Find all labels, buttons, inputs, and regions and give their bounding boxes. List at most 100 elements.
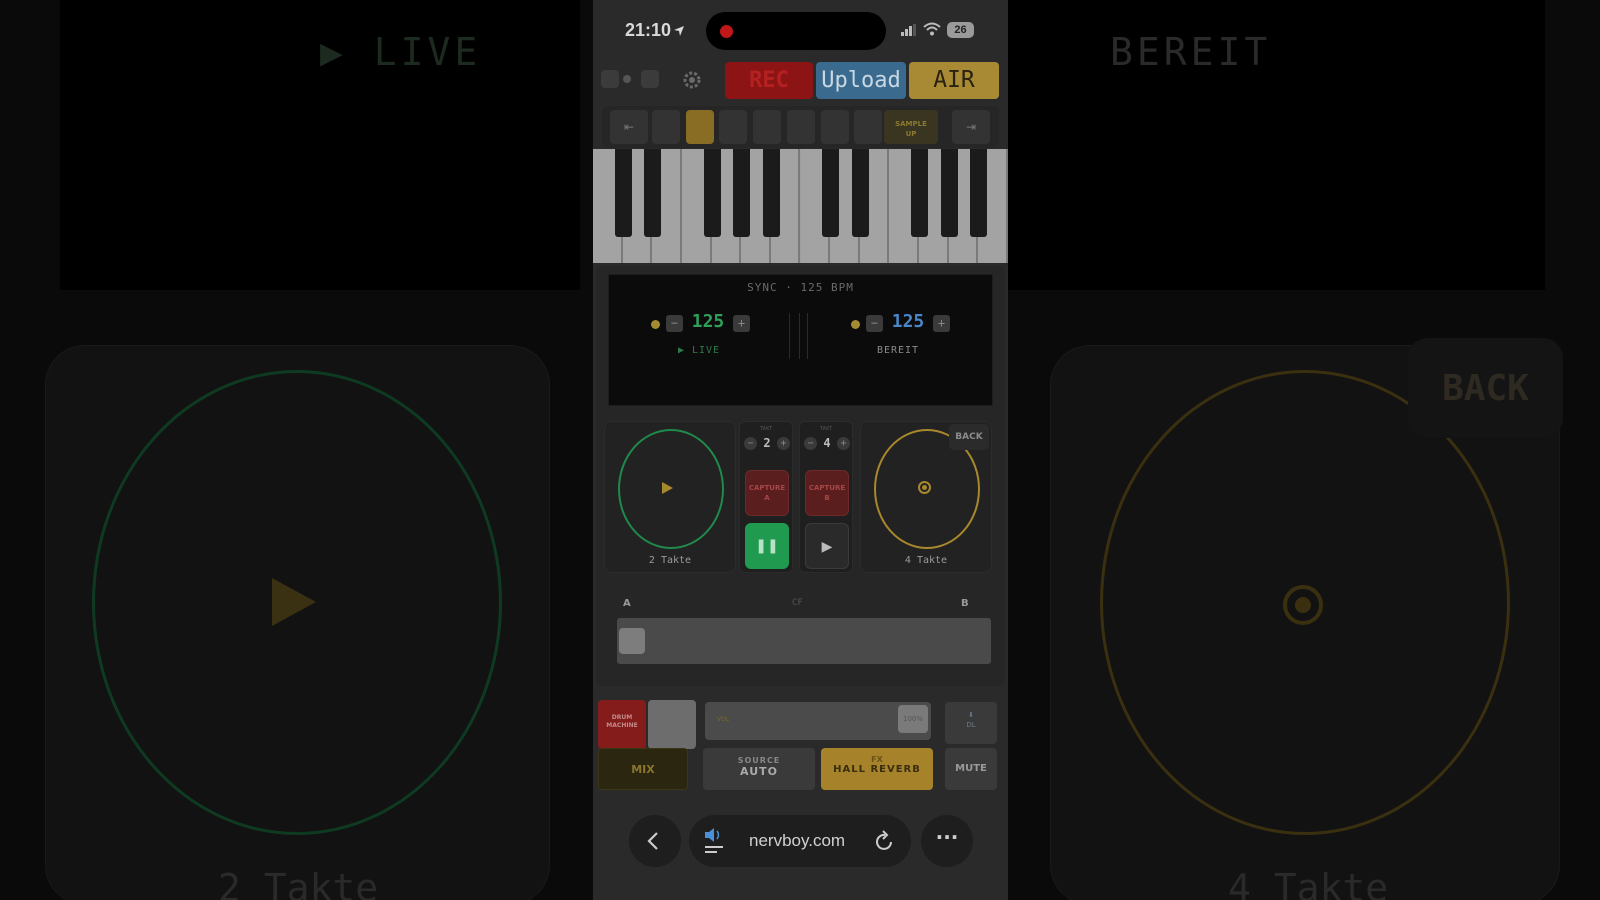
piano-black-key[interactable] <box>644 149 662 237</box>
download-button[interactable]: ⬇ DL <box>945 702 997 744</box>
deck-a-bpm-value: 125 <box>691 311 725 332</box>
dot-icon <box>623 75 631 83</box>
mute-button[interactable]: MUTE <box>945 748 997 790</box>
bg-dot-icon <box>1283 585 1323 625</box>
deck-a-bpm-plus-button[interactable]: + <box>733 315 750 332</box>
piano-black-key[interactable] <box>703 149 721 237</box>
download-icon: ⬇ <box>968 711 974 719</box>
screen-icon[interactable] <box>753 110 781 144</box>
fx-title: FX <box>871 755 883 764</box>
upload-button[interactable]: Upload <box>816 62 906 99</box>
crossfader-slider[interactable] <box>617 618 991 664</box>
deck-a-takt-value: 2 <box>763 436 771 450</box>
fader-label: VOL <box>717 716 730 723</box>
balloon-icon[interactable] <box>719 110 747 144</box>
piano-black-key[interactable] <box>851 149 869 237</box>
capture-a-button[interactable]: CAPTURE A <box>745 470 789 516</box>
sync-icon[interactable] <box>641 70 659 88</box>
piano-black-key[interactable] <box>733 149 751 237</box>
deck-b-controls: TAKT − 4 + CAPTURE B ▶ <box>799 421 853 573</box>
deck-b-bpm-plus-button[interactable]: + <box>933 315 950 332</box>
stop-dot-icon <box>918 481 931 494</box>
deck-b-takt-plus-button[interactable]: + <box>837 437 850 450</box>
next-instrument-button[interactable]: ⇥ <box>952 110 990 144</box>
recording-indicator-icon <box>720 25 733 38</box>
volume-fader-handle[interactable]: 100% <box>898 705 928 733</box>
snare-drum-icon[interactable] <box>648 700 696 749</box>
piano-icon[interactable] <box>652 110 680 144</box>
deck-b-status: BEREIT <box>876 345 920 356</box>
status-bar: 21:10 26 <box>593 0 1008 62</box>
piano-black-key[interactable] <box>970 149 988 237</box>
drum-machine-button[interactable]: DRUM MACHINE <box>598 700 646 749</box>
crossfader-handle[interactable] <box>619 628 645 654</box>
gear-icon[interactable] <box>681 69 703 91</box>
download-label: DL <box>966 721 976 729</box>
deck-b-panel: BACK 4 Takte <box>860 421 992 573</box>
deck-b-bpm-minus-button[interactable]: − <box>866 315 883 332</box>
joystick-icon[interactable] <box>821 110 849 144</box>
reload-icon[interactable] <box>875 830 895 852</box>
prev-instrument-button[interactable]: ⇤ <box>610 110 648 144</box>
deck-a-takt-minus-button[interactable]: − <box>744 437 757 450</box>
deck-b-play-button[interactable]: ▶ <box>805 523 849 569</box>
deck-b-takt-stepper: − 4 + <box>804 436 850 452</box>
deck-a-indicator-icon <box>651 320 660 329</box>
deck-b-takt-value: 4 <box>823 436 831 450</box>
deck-b-label: 4 Takte <box>904 555 948 566</box>
url-text: nervboy.com <box>749 831 846 850</box>
browser-bar: nervboy.com ··· <box>593 805 1008 900</box>
screen: ▶ LIVE BEREIT BACK 2 Takte 4 Takte 21:10… <box>0 0 1600 900</box>
speaker-icon[interactable] <box>703 827 725 855</box>
piano-black-key[interactable] <box>762 149 780 237</box>
deck-area: SYNC · 125 BPM − 125 + ▶ LIVE − 125 + BE… <box>596 266 1005 686</box>
source-button[interactable]: SOURCE AUTO <box>703 748 815 790</box>
filter-icon[interactable] <box>601 70 619 88</box>
deck-a-bpm-minus-button[interactable]: − <box>666 315 683 332</box>
bottom-controls: DRUM MACHINE VOL 100% ⬇ DL MIX SOURCE AU… <box>593 698 1008 794</box>
sample-sub-label: UP <box>905 130 917 138</box>
browser-back-button[interactable] <box>629 815 681 867</box>
rec-button[interactable]: REC <box>725 62 813 99</box>
chevron-left-icon <box>647 832 658 850</box>
divider-line <box>799 313 800 359</box>
crossfader-label-cf: CF <box>792 598 803 608</box>
fx-button[interactable]: FX HALL REVERB <box>821 748 933 790</box>
capture-a-sub: A <box>764 494 770 502</box>
piano-black-key[interactable] <box>940 149 958 237</box>
deck-a-label: 2 Takte <box>648 555 692 566</box>
palm-tree-icon[interactable] <box>787 110 815 144</box>
piano-black-key[interactable] <box>614 149 632 237</box>
capture-b-label: CAPTURE <box>808 484 846 492</box>
capture-b-button[interactable]: CAPTURE B <box>805 470 849 516</box>
address-bar[interactable]: nervboy.com <box>689 815 911 867</box>
battery-indicator: 26 <box>947 22 974 38</box>
pads-icon[interactable] <box>854 110 882 144</box>
volume-fader[interactable]: VOL 100% <box>705 702 931 740</box>
mix-button[interactable]: MIX <box>598 748 688 790</box>
sync-text: SYNC · 125 BPM <box>747 281 854 294</box>
takt-caption: TAKT <box>819 426 833 432</box>
deck-b-takt-minus-button[interactable]: − <box>804 437 817 450</box>
air-button[interactable]: AIR <box>909 62 999 99</box>
bg-play-icon <box>272 578 316 626</box>
deck-a-takt-plus-button[interactable]: + <box>777 437 790 450</box>
piano-keyboard[interactable] <box>593 149 1008 263</box>
source-value: AUTO <box>740 765 778 778</box>
sample-upload-button[interactable]: SAMPLE UP <box>884 110 938 144</box>
deck-a-bpm-group: − 125 + <box>651 311 751 335</box>
more-options-button[interactable]: ··· <box>921 815 973 867</box>
back-button[interactable]: BACK <box>949 424 989 450</box>
status-time: 21:10 <box>625 20 672 40</box>
piano-black-key[interactable] <box>911 149 929 237</box>
pencil-icon[interactable] <box>686 110 714 144</box>
capture-b-sub: B <box>824 494 830 502</box>
crossfader-label-b: B <box>961 598 969 609</box>
bg-live-text: ▶ LIVE <box>320 30 482 74</box>
deck-b-bpm-group: − 125 + <box>851 311 951 335</box>
piano-black-key[interactable] <box>822 149 840 237</box>
takt-caption: TAKT <box>759 426 773 432</box>
deck-a-pause-button[interactable]: ❚❚ <box>745 523 789 569</box>
divider-line <box>807 313 808 359</box>
capture-a-label: CAPTURE <box>748 484 786 492</box>
